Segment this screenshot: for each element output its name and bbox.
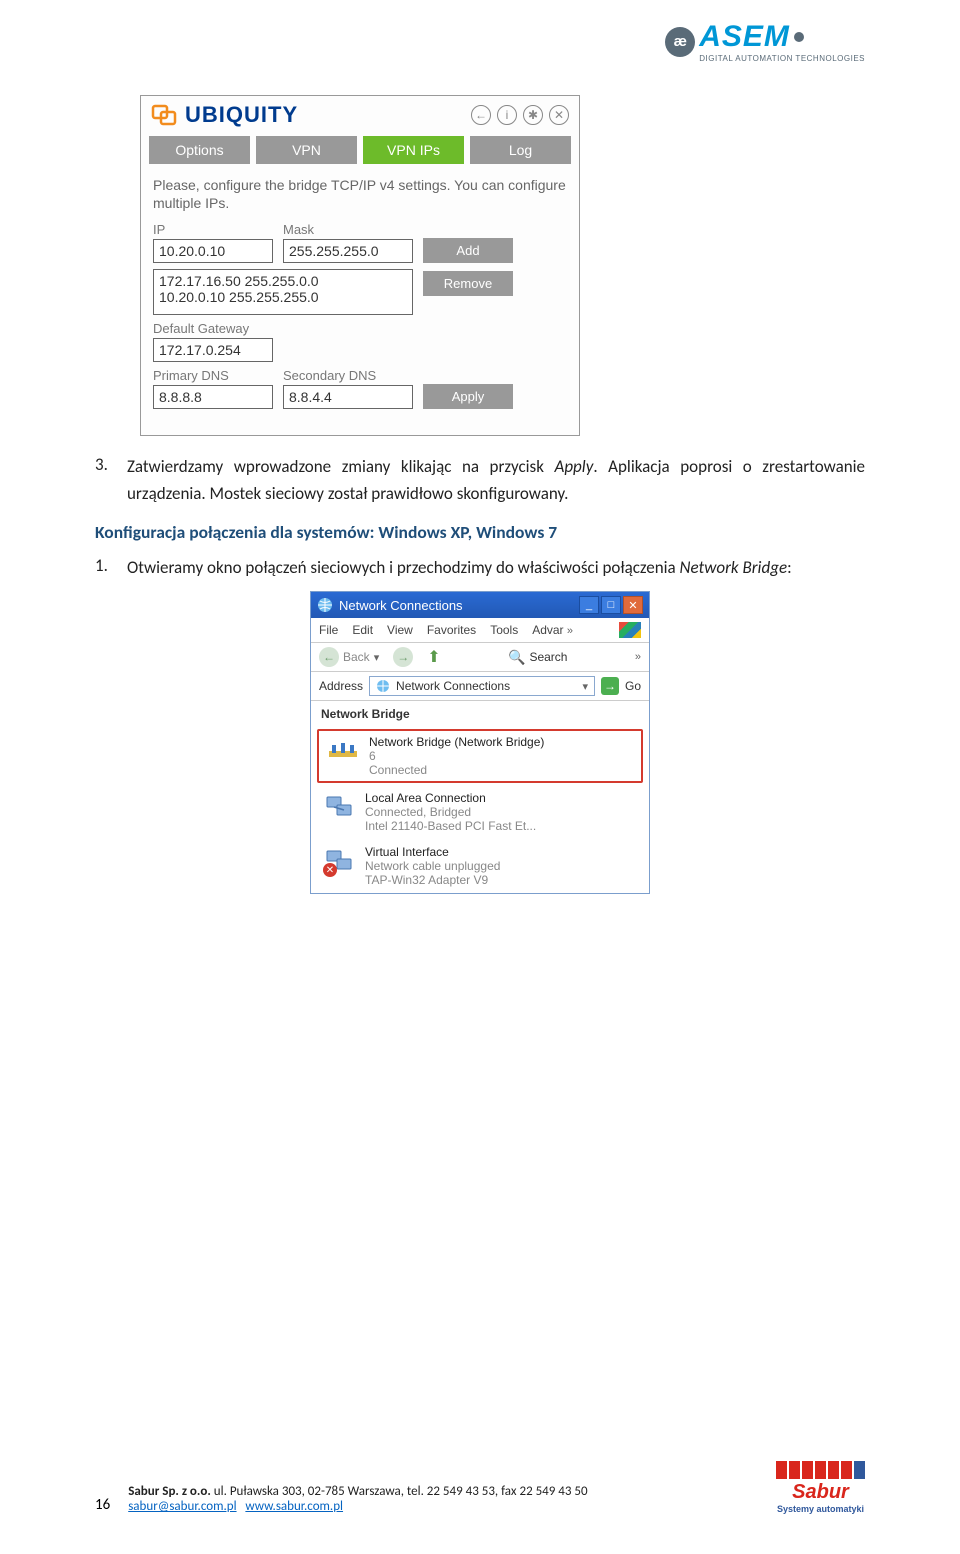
search-label: Search xyxy=(529,650,567,664)
settings-icon[interactable]: ✱ xyxy=(523,105,543,125)
asem-brand-text: ASEM xyxy=(699,20,790,54)
nc-item-sub: TAP-Win32 Adapter V9 xyxy=(365,873,500,887)
asem-logo: æ ASEM DIGITAL AUTOMATION TECHNOLOGIES xyxy=(665,20,865,63)
nc-item-sub: Connected, Bridged xyxy=(365,805,536,819)
go-label[interactable]: Go xyxy=(625,679,641,693)
network-bridge-icon xyxy=(327,735,359,767)
sabur-logo: Sabur Systemy automatyki xyxy=(776,1461,865,1514)
nc-item-title: Virtual Interface xyxy=(365,845,500,859)
list-number-1: 1. xyxy=(95,555,127,581)
chevron-right-icon[interactable]: » xyxy=(567,625,573,637)
remove-button[interactable]: Remove xyxy=(423,271,513,296)
address-combo[interactable]: Network Connections ▾ xyxy=(369,676,595,696)
lan-icon xyxy=(323,791,355,823)
nc-item-network-bridge[interactable]: Network Bridge (Network Bridge) 6 Connec… xyxy=(317,729,643,783)
tab-log[interactable]: Log xyxy=(470,136,571,164)
chevron-down-icon[interactable]: ▾ xyxy=(582,680,588,693)
label-mask: Mask xyxy=(283,222,413,237)
chevron-down-icon[interactable]: ▾ xyxy=(374,651,380,664)
nav-back-label[interactable]: Back xyxy=(343,650,370,664)
ip-input[interactable] xyxy=(153,239,273,263)
secondary-dns-input[interactable] xyxy=(283,385,413,409)
ubiquity-panel: UBIQUITY ← i ✱ ✕ Options VPN VPN IPs Log… xyxy=(140,95,580,436)
mask-input[interactable] xyxy=(283,239,413,263)
label-gateway: Default Gateway xyxy=(153,321,273,336)
asem-mark-icon: æ xyxy=(665,27,695,57)
menu-edit[interactable]: Edit xyxy=(352,623,373,637)
tab-vpn-ips[interactable]: VPN IPs xyxy=(363,136,464,164)
apply-button[interactable]: Apply xyxy=(423,384,513,409)
nc-item-sub: Connected xyxy=(369,763,544,777)
list-item[interactable]: 172.17.16.50 255.255.0.0 xyxy=(159,273,407,289)
window-close-icon[interactable]: ✕ xyxy=(623,596,643,614)
maximize-icon[interactable]: □ xyxy=(601,596,621,614)
virtual-interface-icon: ✕ xyxy=(323,845,355,877)
section-heading: Konfiguracja połączenia dla systemów: Wi… xyxy=(95,521,865,543)
footer-text: Sabur Sp. z o.o. ul. Puławska 303, 02-78… xyxy=(128,1484,587,1514)
network-connections-window: Network Connections _ □ ✕ File Edit View… xyxy=(310,591,650,894)
footer-email-link[interactable]: sabur@sabur.com.pl xyxy=(128,1499,236,1514)
nc-item-sub: Network cable unplugged xyxy=(365,859,500,873)
search-icon: 🔍 xyxy=(508,649,525,666)
gateway-input[interactable] xyxy=(153,338,273,362)
menu-file[interactable]: File xyxy=(319,623,338,637)
label-sdns: Secondary DNS xyxy=(283,368,413,383)
list-number-3: 3. xyxy=(95,454,127,507)
nc-item-title: Local Area Connection xyxy=(365,791,536,805)
network-connections-icon xyxy=(317,597,333,613)
go-icon[interactable]: → xyxy=(601,677,619,695)
menu-advar[interactable]: Advar » xyxy=(532,623,573,637)
list-text-1: Otwieramy okno połączeń sieciowych i prz… xyxy=(127,555,865,581)
info-icon[interactable]: i xyxy=(497,105,517,125)
add-button[interactable]: Add xyxy=(423,238,513,263)
chevron-right-icon[interactable]: » xyxy=(635,651,641,663)
list-item[interactable]: 10.20.0.10 255.255.255.0 xyxy=(159,289,407,305)
asem-brand-sub: DIGITAL AUTOMATION TECHNOLOGIES xyxy=(699,54,865,63)
sabur-logo-sub: Systemy automatyki xyxy=(777,1504,864,1514)
menu-favorites[interactable]: Favorites xyxy=(427,623,476,637)
page-number: 16 xyxy=(95,1496,110,1514)
nc-item-sub: 6 xyxy=(369,749,544,763)
label-ip: IP xyxy=(153,222,273,237)
sabur-logo-text: Sabur xyxy=(792,1481,849,1504)
menu-tools[interactable]: Tools xyxy=(490,623,518,637)
primary-dns-input[interactable] xyxy=(153,385,273,409)
nc-section-header: Network Bridge xyxy=(311,701,649,727)
nc-item-title: Network Bridge (Network Bridge) xyxy=(369,735,544,749)
windows-flag-icon[interactable] xyxy=(619,622,641,638)
list-text-3: Zatwierdzamy wprowadzone zmiany klikając… xyxy=(127,454,865,507)
nav-up-icon[interactable]: ⬆ xyxy=(427,647,440,667)
search-button[interactable]: 🔍 Search xyxy=(508,649,567,666)
nc-item-sub: Intel 21140-Based PCI Fast Et... xyxy=(365,819,536,833)
asem-dot-icon xyxy=(794,32,804,42)
nav-back-icon[interactable]: ← xyxy=(319,647,339,667)
nc-window-title: Network Connections xyxy=(339,598,463,613)
ubiquity-instruction: Please, configure the bridge TCP/IP v4 s… xyxy=(153,176,567,212)
address-label: Address xyxy=(319,679,363,693)
network-connections-icon xyxy=(376,679,390,693)
nc-item-virtual[interactable]: ✕ Virtual Interface Network cable unplug… xyxy=(311,839,649,893)
close-icon[interactable]: ✕ xyxy=(549,105,569,125)
footer-url-link[interactable]: www.sabur.com.pl xyxy=(245,1499,343,1514)
nc-item-lan[interactable]: Local Area Connection Connected, Bridged… xyxy=(311,785,649,839)
nav-forward-icon[interactable]: → xyxy=(393,647,413,667)
tab-options[interactable]: Options xyxy=(149,136,250,164)
tab-vpn[interactable]: VPN xyxy=(256,136,357,164)
label-pdns: Primary DNS xyxy=(153,368,273,383)
ubiquity-title: UBIQUITY xyxy=(185,102,298,128)
ubiquity-logo-icon xyxy=(151,104,177,126)
minimize-icon[interactable]: _ xyxy=(579,596,599,614)
menu-view[interactable]: View xyxy=(387,623,413,637)
back-icon[interactable]: ← xyxy=(471,105,491,125)
ip-list[interactable]: 172.17.16.50 255.255.0.0 10.20.0.10 255.… xyxy=(153,269,413,315)
